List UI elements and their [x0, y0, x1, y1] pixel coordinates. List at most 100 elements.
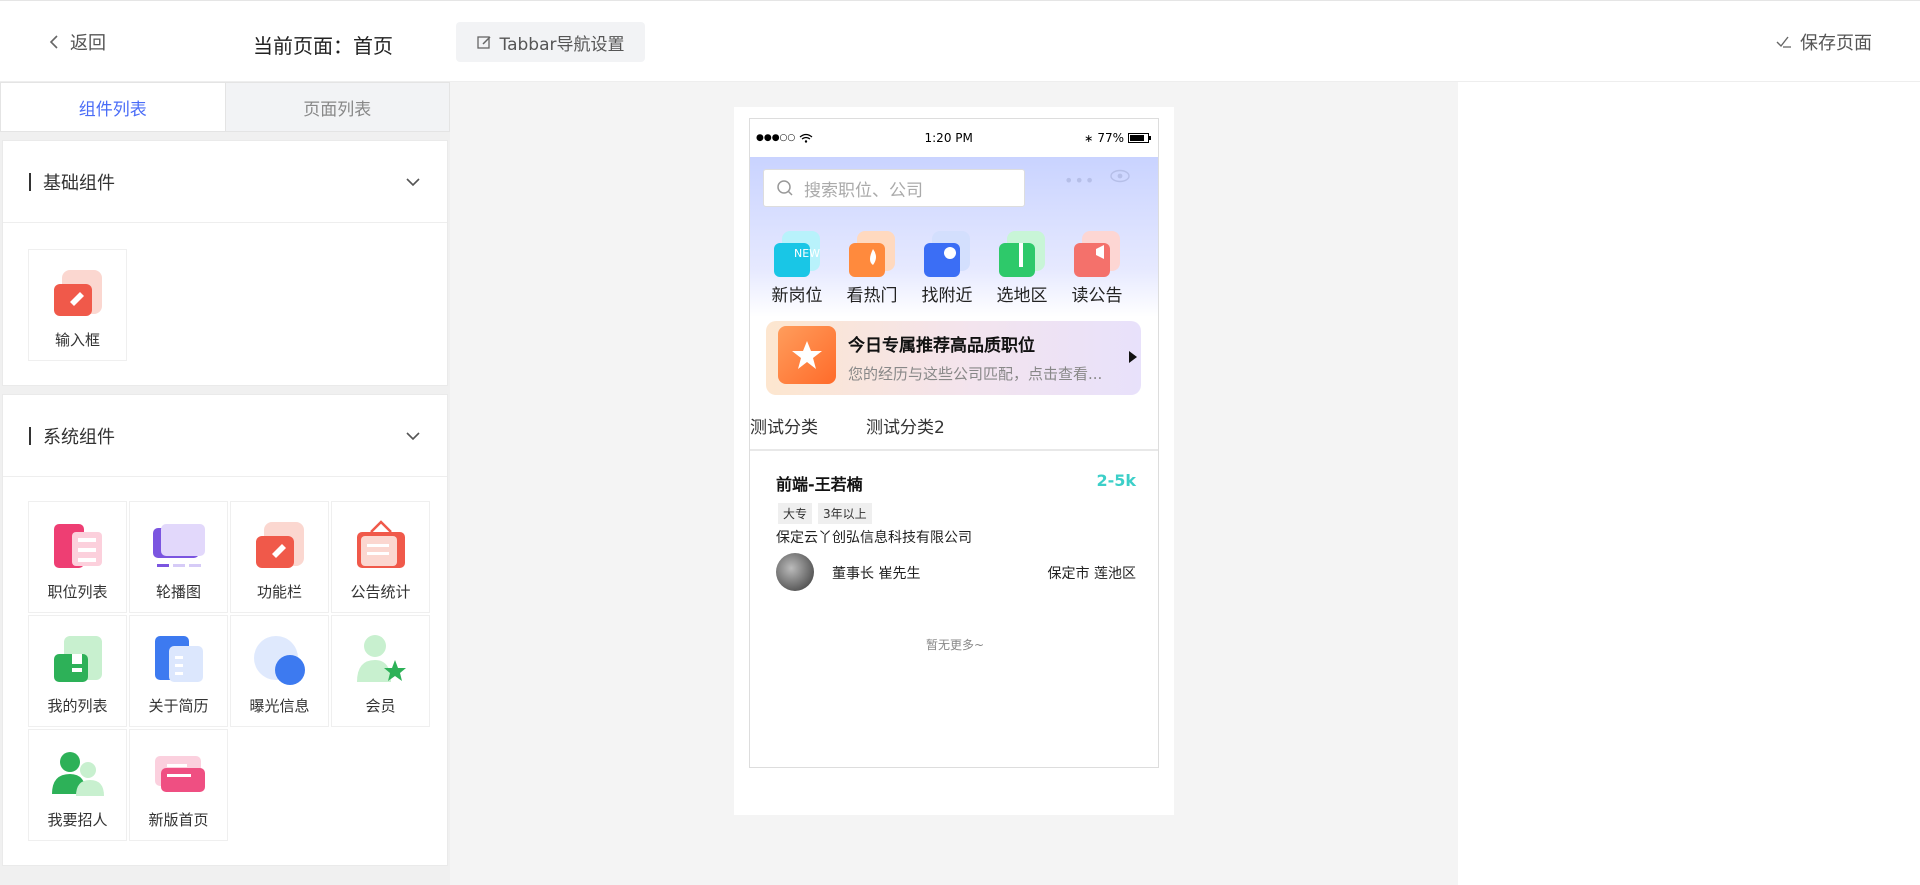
quick-icon-nearby[interactable]: 找附近: [920, 229, 974, 306]
system-components-section: 系统组件 职位列表 轮播图 功能栏 公告统计 我的列表 关于简历 曝光信息 会员…: [2, 394, 448, 866]
job-company: 保定云丫创弘信息科技有限公司: [776, 530, 972, 546]
tab-page-list[interactable]: 页面列表: [226, 83, 450, 131]
banner-subtitle: 您的经历与这些公司匹配，点击查看...: [848, 365, 1103, 383]
component-job-list[interactable]: 职位列表: [28, 501, 127, 613]
component-label: 关于简历: [148, 697, 209, 715]
carousel-icon: [151, 518, 207, 574]
search-box[interactable]: 搜索职位、公司: [763, 169, 1025, 207]
no-more-text: 暂无更多~: [925, 638, 985, 652]
current-page-title: 当前页面：首页: [253, 34, 393, 58]
job-title: 前端-王若楠: [776, 475, 863, 494]
component-label: 我的列表: [47, 697, 108, 715]
save-page-button[interactable]: 保存页面: [1776, 29, 1872, 55]
system-components-title: 系统组件: [43, 426, 115, 448]
component-input[interactable]: 输入框: [28, 249, 127, 361]
star-icon: [778, 326, 836, 384]
job-boss: 董事长 崔先生: [832, 566, 921, 582]
chevron-down-icon: [406, 431, 420, 440]
component-label: 功能栏: [256, 583, 302, 601]
component-notice-stats[interactable]: 公告统计: [331, 501, 430, 613]
system-components-header[interactable]: 系统组件: [3, 395, 447, 477]
component-label: 输入框: [54, 331, 100, 349]
region-icon: [997, 229, 1047, 279]
phone-frame: ●●●○○ 1:20 PM ∗ 77% 搜索职位、公司 ••• NEW 新岗位 …: [734, 107, 1174, 815]
component-label: 新版首页: [148, 811, 209, 829]
section-bar: [29, 172, 31, 191]
notice-icon: [1072, 229, 1122, 279]
notice-stats-icon: [353, 518, 409, 574]
basic-components-section: 基础组件 输入框: [2, 140, 448, 386]
avatar: [776, 553, 814, 591]
status-time: 1:20 PM: [924, 131, 973, 145]
back-button[interactable]: 返回: [48, 29, 106, 55]
hero-area: 搜索职位、公司 ••• NEW 新岗位 看热门 找附近 选地区 读公告: [750, 157, 1158, 317]
component-function-bar[interactable]: 功能栏: [230, 501, 329, 613]
basic-components-header[interactable]: 基础组件: [3, 141, 447, 223]
job-list-icon: [50, 518, 106, 574]
quick-icons: NEW 新岗位 看热门 找附近 选地区 读公告: [770, 229, 1124, 306]
component-label: 曝光信息: [249, 697, 310, 715]
more-icon[interactable]: •••: [1064, 171, 1095, 190]
job-tags: 大专 3年以上: [778, 503, 872, 524]
quick-icon-region[interactable]: 选地区: [995, 229, 1049, 306]
tab-component-list[interactable]: 组件列表: [1, 83, 226, 131]
banner-title: 今日专属推荐高品质职位: [848, 336, 1035, 356]
component-label: 职位列表: [47, 583, 108, 601]
panel-tabs: 组件列表 页面列表: [0, 82, 450, 132]
new-home-icon: [151, 746, 207, 802]
member-icon: [353, 632, 409, 688]
basic-components-title: 基础组件: [43, 172, 115, 194]
wifi-icon: [799, 133, 813, 143]
component-resume[interactable]: 关于简历: [129, 615, 228, 727]
battery-percent: 77%: [1097, 131, 1124, 145]
quick-icon-new-jobs[interactable]: NEW 新岗位: [770, 229, 824, 306]
component-label: 轮播图: [155, 583, 201, 601]
search-placeholder: 搜索职位、公司: [804, 180, 923, 201]
quick-icon-notice[interactable]: 读公告: [1070, 229, 1124, 306]
category-tabs: 测试分类 测试分类2: [750, 401, 1158, 451]
back-label: 返回: [70, 33, 106, 54]
preview-canvas: ●●●○○ 1:20 PM ∗ 77% 搜索职位、公司 ••• NEW 新岗位 …: [450, 82, 1458, 885]
exposure-icon: [252, 632, 308, 688]
recommend-banner[interactable]: 今日专属推荐高品质职位 您的经历与这些公司匹配，点击查看...: [766, 321, 1141, 395]
category-tab[interactable]: 测试分类2: [866, 413, 945, 438]
quick-icon-label: 选地区: [996, 286, 1048, 306]
resume-icon: [151, 632, 207, 688]
search-icon: [777, 180, 793, 196]
component-new-home[interactable]: 新版首页: [129, 729, 228, 841]
component-carousel[interactable]: 轮播图: [129, 501, 228, 613]
quick-icon-label: 新岗位: [771, 286, 823, 306]
my-list-icon: [50, 632, 106, 688]
quick-icon-label: 找附近: [921, 286, 973, 306]
phone-preview[interactable]: ●●●○○ 1:20 PM ∗ 77% 搜索职位、公司 ••• NEW 新岗位 …: [749, 118, 1159, 768]
new-badge-text: NEW: [794, 247, 820, 260]
chevron-down-icon: [406, 177, 420, 186]
nearby-icon: [922, 229, 972, 279]
tabbar-settings-label: Tabbar导航设置: [499, 34, 625, 55]
quick-icon-hot[interactable]: 看热门: [845, 229, 899, 306]
status-bar: ●●●○○ 1:20 PM ∗ 77%: [750, 119, 1158, 157]
chevron-left-icon: [49, 35, 58, 49]
component-label: 会员: [365, 697, 396, 715]
component-my-list[interactable]: 我的列表: [28, 615, 127, 727]
eye-icon[interactable]: [1110, 169, 1130, 183]
function-bar-icon: [252, 518, 308, 574]
battery-icon: [1127, 133, 1151, 143]
tabbar-settings-button[interactable]: Tabbar导航设置: [456, 22, 645, 62]
bluetooth-icon: ∗: [1084, 131, 1094, 145]
category-tab[interactable]: 测试分类: [750, 413, 818, 438]
save-check-icon: [1776, 36, 1791, 48]
component-member[interactable]: 会员: [331, 615, 430, 727]
component-label: 我要招人: [47, 811, 108, 829]
right-panel: [1458, 82, 1920, 885]
component-exposure[interactable]: 曝光信息: [230, 615, 329, 727]
section-bar: [29, 426, 31, 445]
quick-icon-label: 读公告: [1071, 286, 1123, 306]
quick-icon-label: 看热门: [846, 286, 898, 306]
signal-indicator: ●●●○○: [756, 133, 796, 143]
new-jobs-icon: NEW: [772, 229, 822, 279]
top-header: 返回 当前页面：首页 Tabbar导航设置 保存页面: [0, 0, 1920, 82]
component-recruit[interactable]: 我要招人: [28, 729, 127, 841]
arrow-right-icon: [1129, 351, 1137, 363]
job-location: 保定市 莲池区: [1047, 566, 1136, 582]
